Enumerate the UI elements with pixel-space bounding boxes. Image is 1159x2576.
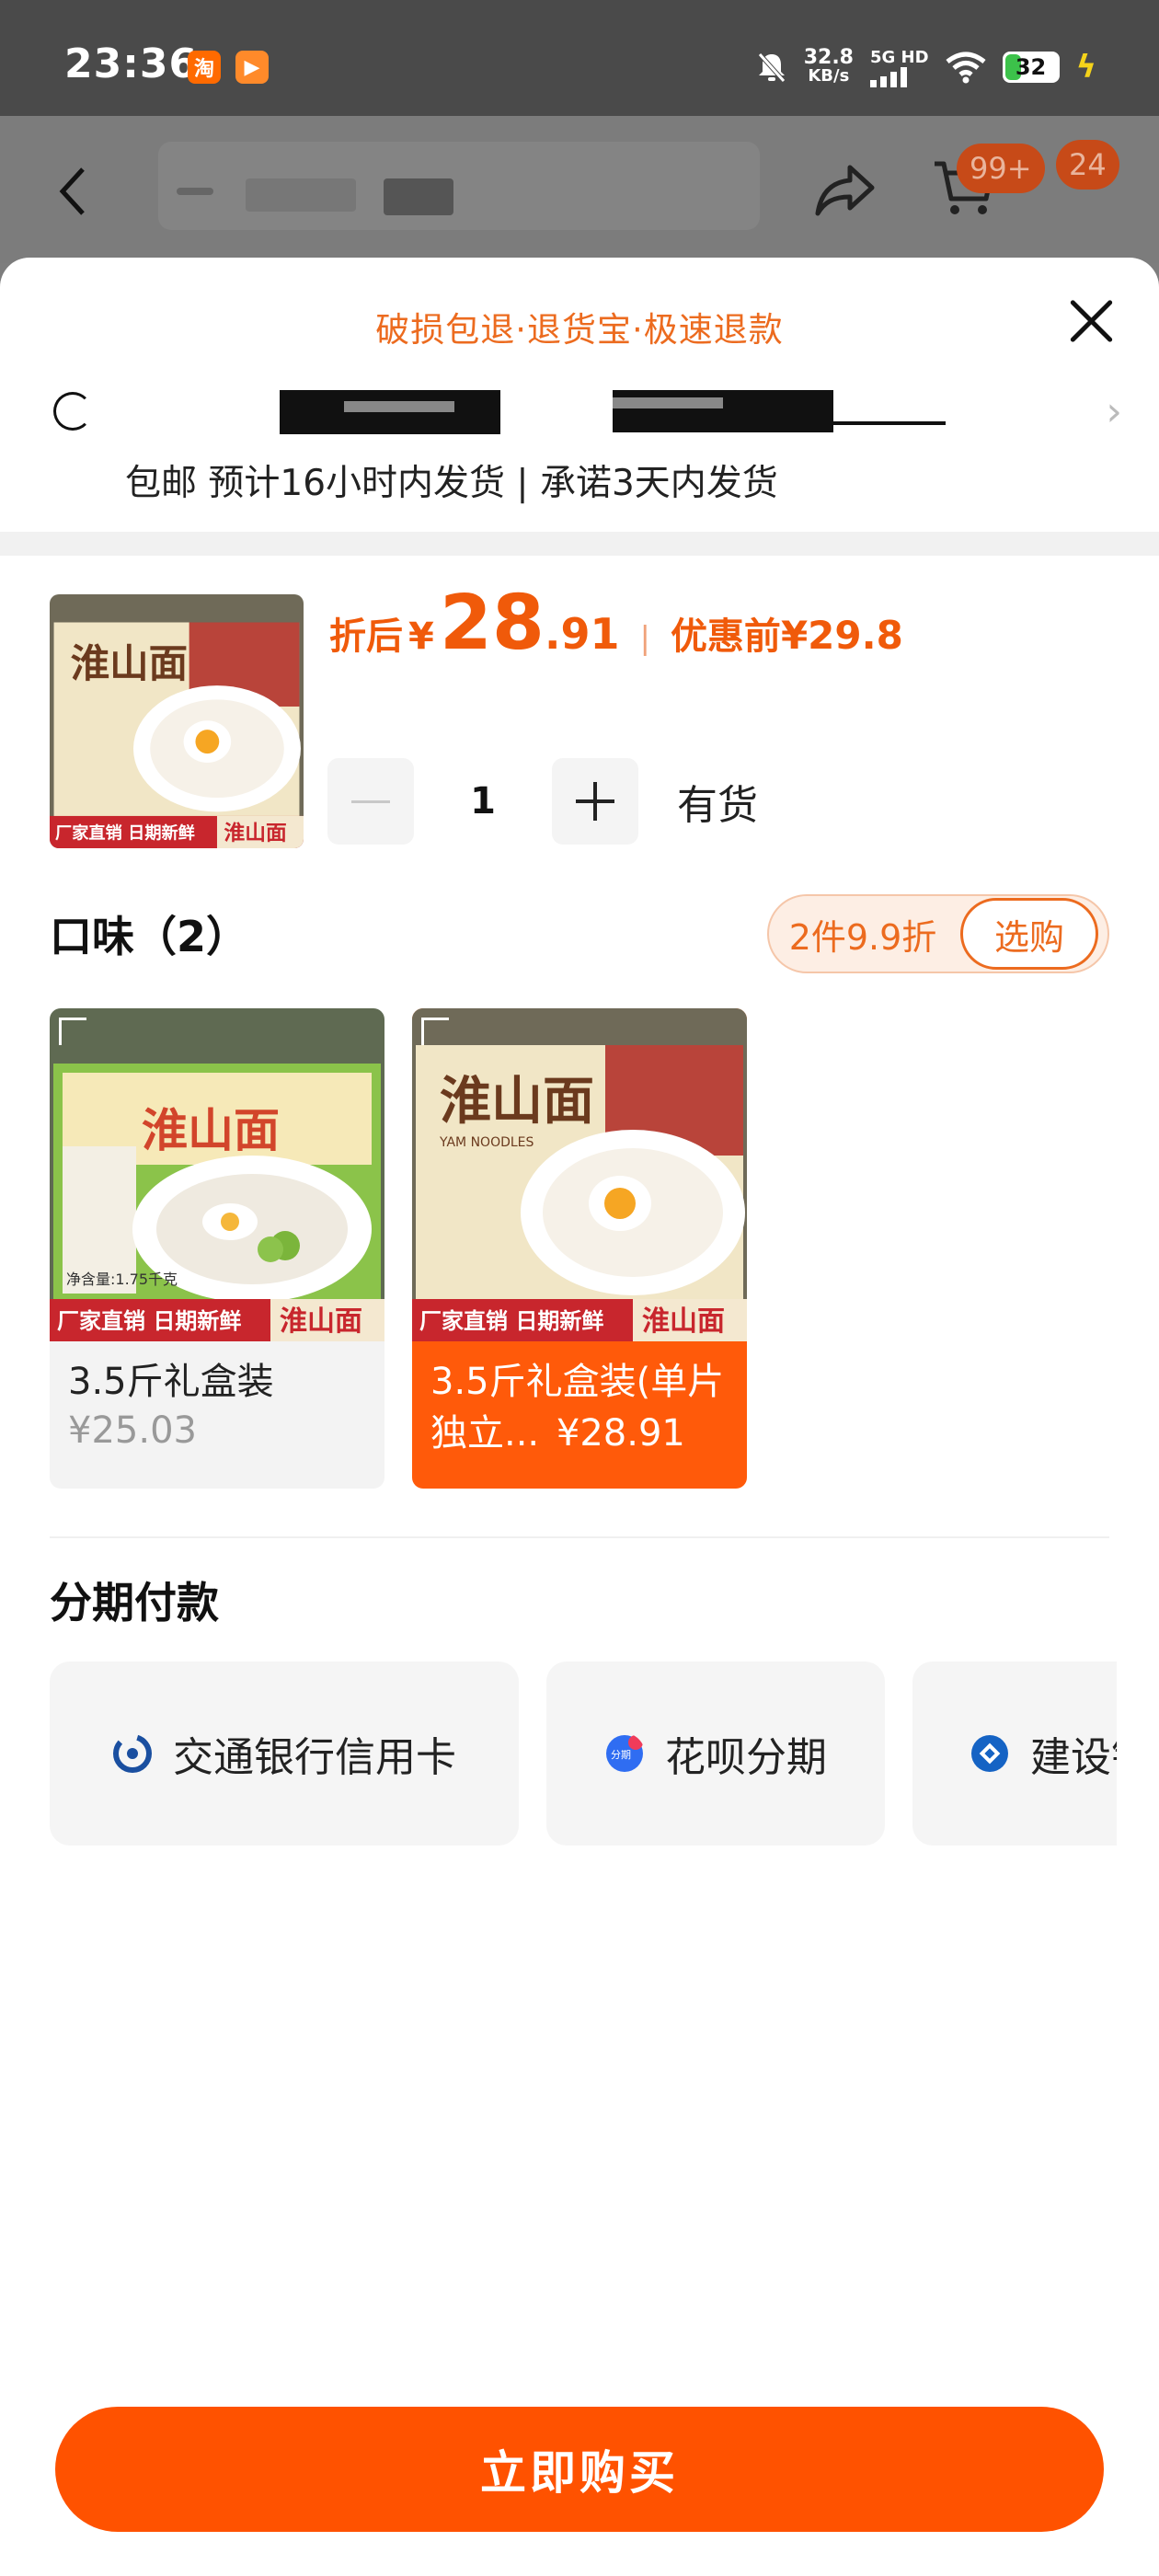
price-decimal: .91 — [544, 609, 620, 659]
box-title: 淮山面 — [440, 1071, 594, 1132]
promo-text: 2件9.9折 — [788, 916, 937, 958]
quantity-value[interactable]: 1 — [414, 780, 552, 822]
status-bar: 23:36 淘 ▶ 32.8 KB/s 5G HD 32 ϟ — [0, 0, 1159, 116]
redacted-text — [177, 188, 213, 195]
section-divider — [0, 532, 1159, 556]
share-icon[interactable] — [813, 162, 878, 217]
price-integer: 28 — [439, 580, 545, 667]
installment-label: 花呗分期 — [665, 1734, 827, 1781]
installment-label: 建设银 — [1030, 1734, 1117, 1781]
original-price: ¥29.8 — [780, 613, 903, 658]
image-badge-left: 厂家直销 日期新鲜 — [57, 1308, 241, 1334]
page-header: 99+ 24 — [0, 116, 1159, 263]
flavor-price: ¥25.03 — [68, 1409, 197, 1452]
expand-icon[interactable] — [59, 1018, 86, 1045]
flavor-name-block: 3.5斤礼盒装(单片独立... ¥28.91 — [430, 1356, 734, 1459]
box-subtitle: YAM NOODLES — [439, 1135, 534, 1150]
service-promise: 破损包退·退货宝·极速退款 — [375, 310, 784, 350]
increase-button[interactable] — [552, 758, 638, 845]
redacted-address — [280, 390, 500, 434]
net-weight: 净含量:1.75千克 — [66, 1271, 178, 1288]
currency-symbol: ¥ — [408, 615, 434, 658]
redacted-address — [344, 401, 454, 412]
buy-now-button[interactable]: 立即购买 — [55, 2407, 1104, 2532]
image-badge-right: 淮山面 — [280, 1305, 362, 1338]
flavor-name: 3.5斤礼盒装 — [68, 1361, 274, 1403]
promo-select-button[interactable]: 选购 — [960, 898, 1098, 970]
stock-status: 有货 — [677, 782, 758, 829]
mute-bell-icon — [757, 52, 786, 83]
message-badge: 24 — [1056, 140, 1119, 190]
bundle-promo: 2件9.9折 选购 — [767, 894, 1109, 973]
status-time: 23:36 — [64, 40, 199, 87]
cart-badge: 99+ — [957, 144, 1045, 193]
location-icon — [53, 392, 92, 431]
status-indicators: 32.8 KB/s 5G HD 32 ϟ — [756, 44, 1096, 90]
redacted-address — [613, 390, 833, 432]
redacted-text — [246, 178, 356, 212]
speed-value: 32.8 — [803, 46, 854, 69]
delivery-address-row[interactable]: › — [0, 385, 1159, 440]
flavor-option-selected[interactable]: 淮山面 YAM NOODLES 厂家直销 日期新鲜 淮山面 3.5斤礼盒装(单片… — [412, 1008, 747, 1489]
section-divider — [50, 1536, 1109, 1538]
installment-option-ccb[interactable]: 建设银 — [912, 1662, 1117, 1846]
ccb-icon — [971, 1735, 1008, 1772]
redacted-text — [384, 178, 453, 215]
bocom-icon — [113, 1734, 152, 1773]
network-speed: 32.8 KB/s — [803, 46, 854, 86]
shipping-info: 包邮 预计16小时内发货 | 承诺3天内发货 — [125, 463, 778, 504]
flavor-option[interactable]: 淮山面 净含量:1.75千克 厂家直销 日期新鲜 淮山面 3.5斤礼盒装 ¥25… — [50, 1008, 384, 1489]
image-badge-left: 厂家直销 日期新鲜 — [419, 1308, 603, 1334]
cellular-signal: 5G HD — [869, 47, 929, 87]
search-bar[interactable] — [158, 142, 760, 230]
product-thumbnail[interactable]: 淮山面 厂家直销 日期新鲜 淮山面 — [50, 594, 304, 848]
redacted-address — [613, 397, 723, 408]
box-title: 淮山面 — [142, 1103, 280, 1157]
image-badge-right: 淮山面 — [224, 822, 287, 845]
flavor-image: 淮山面 YAM NOODLES 厂家直销 日期新鲜 淮山面 — [412, 1008, 747, 1341]
wifi-icon — [946, 52, 986, 84]
close-button[interactable] — [1062, 293, 1119, 350]
price-separator: | — [639, 620, 650, 657]
quantity-stepper: 1 有货 — [327, 758, 758, 845]
back-icon[interactable] — [55, 164, 92, 219]
huabei-icon-text: 分期 — [611, 1749, 631, 1761]
box-title: 淮山面 — [71, 641, 188, 687]
flavor-section-title: 口味（2） — [50, 912, 249, 961]
battery-level: 32 — [1015, 54, 1047, 80]
installment-option-huabei[interactable]: 分期 花呗分期 — [546, 1662, 885, 1846]
before-discount-label: 优惠前 — [670, 615, 781, 658]
signal-bars-icon — [869, 66, 907, 87]
chevron-right-icon: › — [1106, 388, 1122, 435]
image-badge-right: 淮山面 — [642, 1305, 725, 1338]
installment-scroll-clip: 建设银 — [912, 1662, 1117, 1846]
decrease-button[interactable] — [327, 758, 414, 845]
speed-unit: KB/s — [808, 66, 850, 86]
taobao-app-icon: 淘 — [188, 51, 221, 84]
after-discount-label: 折后 — [329, 615, 403, 658]
installment-label: 交通银行信用卡 — [173, 1734, 456, 1781]
expand-icon[interactable] — [421, 1018, 449, 1045]
installment-title: 分期付款 — [50, 1578, 219, 1627]
huabei-icon: 分期 — [606, 1735, 643, 1772]
sku-selector-sheet: 破损包退·退货宝·极速退款 › 包邮 预计16小时内发货 | 承诺3天内发货 淮… — [0, 258, 1159, 2576]
network-type: 5G HD — [869, 47, 929, 67]
flavor-price: ¥28.91 — [556, 1412, 685, 1455]
product-image: 淮山面 厂家直销 日期新鲜 淮山面 — [50, 594, 304, 848]
redacted-address — [833, 421, 946, 425]
charging-icon: ϟ — [1075, 49, 1096, 86]
battery-icon: 32 — [1002, 52, 1060, 83]
flavor-image: 淮山面 净含量:1.75千克 厂家直销 日期新鲜 淮山面 — [50, 1008, 384, 1341]
price-row: 折后 ¥ 28 .91 | 优惠前 ¥29.8 — [329, 580, 903, 672]
image-badge-left: 厂家直销 日期新鲜 — [55, 822, 195, 843]
installment-option-bocom[interactable]: 交通银行信用卡 — [50, 1662, 519, 1846]
video-app-icon: ▶ — [235, 51, 269, 84]
